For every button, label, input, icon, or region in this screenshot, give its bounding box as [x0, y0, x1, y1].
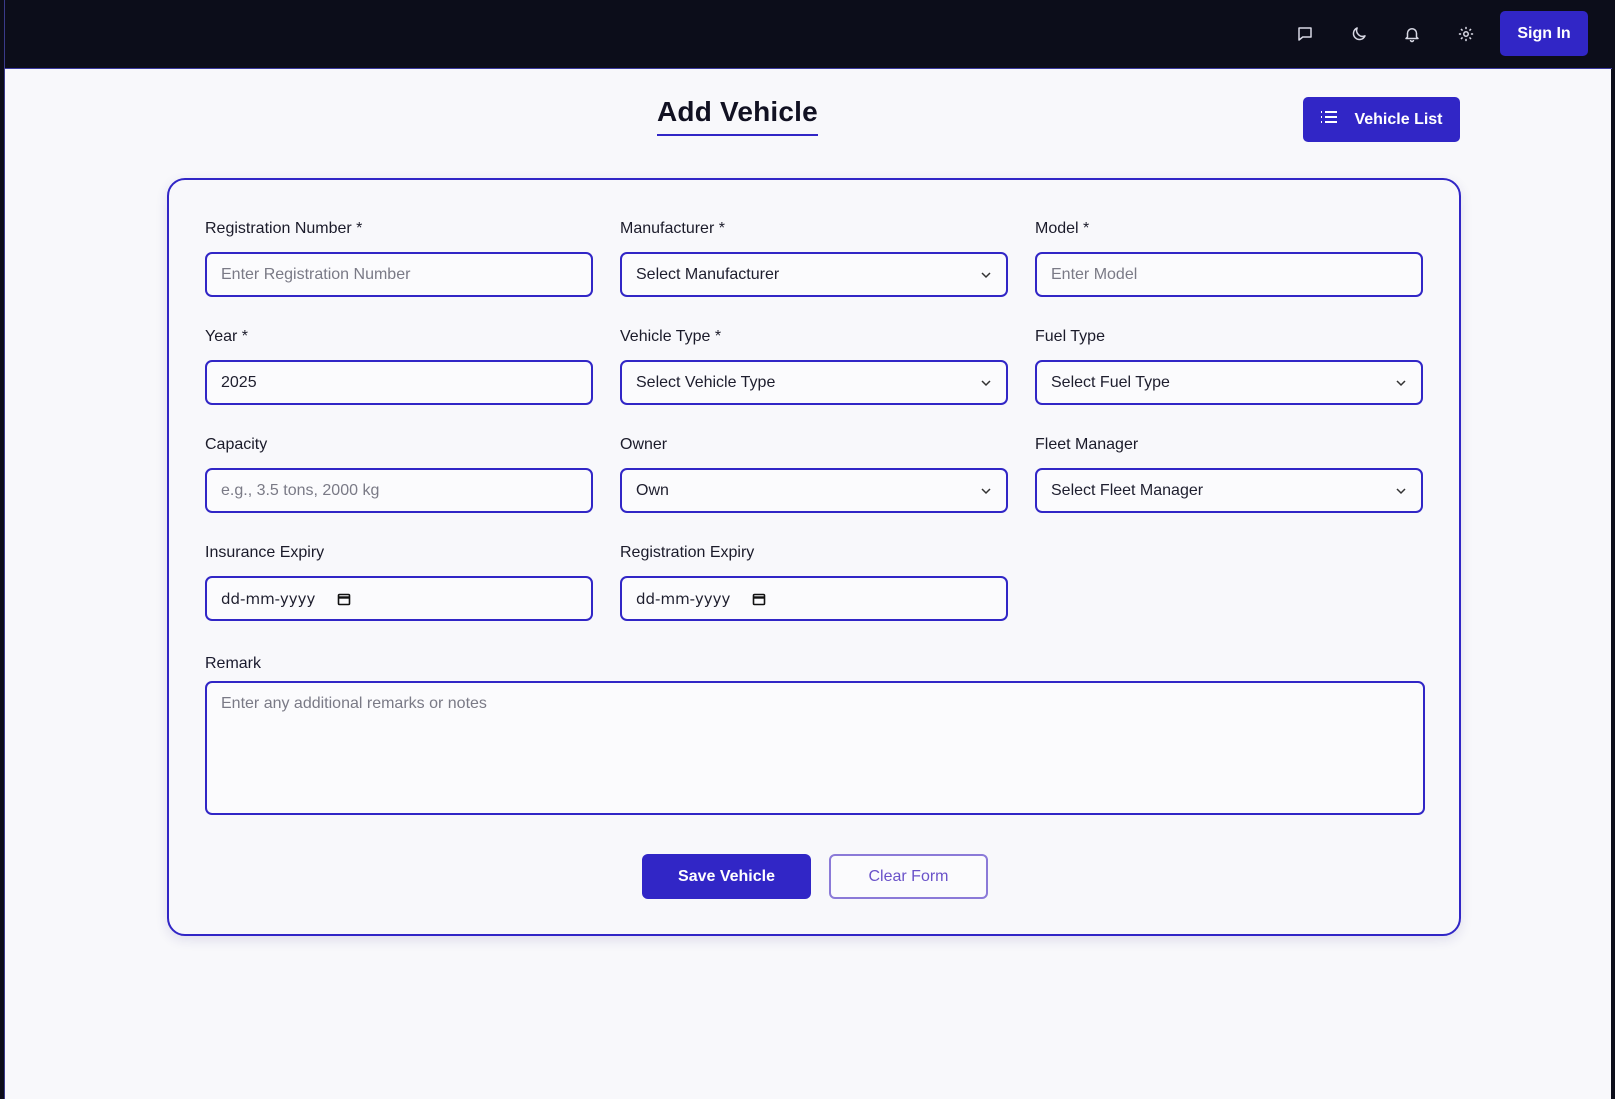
registration-number-input[interactable]: Enter Registration Number	[205, 252, 593, 297]
vehicle-type-field: Vehicle Type * Select Vehicle Type	[620, 328, 1008, 405]
chevron-down-icon	[1396, 487, 1406, 494]
page-title: Add Vehicle	[657, 96, 818, 136]
remark-field: Remark Enter any additional remarks or n…	[205, 655, 1425, 815]
insurance-expiry-date-input[interactable]: dd-mm-yyyy	[205, 576, 593, 621]
registration-number-field: Registration Number * Enter Registration…	[205, 220, 593, 297]
owner-select[interactable]: Own	[620, 468, 1008, 513]
year-label: Year *	[205, 328, 248, 345]
fuel-type-field: Fuel Type Select Fuel Type	[1035, 328, 1423, 405]
fuel-type-select[interactable]: Select Fuel Type	[1035, 360, 1423, 405]
chevron-down-icon	[1396, 379, 1406, 386]
manufacturer-label: Manufacturer *	[620, 220, 725, 237]
manufacturer-select[interactable]: Select Manufacturer	[620, 252, 1008, 297]
remark-label: Remark	[205, 655, 262, 672]
app-frame: Sign In Add Vehicle Vehicle List Registr…	[4, 0, 1612, 1099]
insurance-expiry-label: Insurance Expiry	[205, 544, 325, 561]
model-label: Model *	[1035, 220, 1090, 237]
chat-icon[interactable]	[1291, 20, 1319, 48]
registration-expiry-label: Registration Expiry	[620, 544, 755, 561]
vehicle-type-select[interactable]: Select Vehicle Type	[620, 360, 1008, 405]
add-vehicle-form-card: Registration Number * Enter Registration…	[167, 178, 1461, 936]
chevron-down-icon	[981, 271, 991, 278]
year-field: Year * 2025	[205, 328, 593, 405]
manufacturer-field: Manufacturer * Select Manufacturer	[620, 220, 1008, 297]
remark-textarea[interactable]: Enter any additional remarks or notes	[205, 681, 1425, 815]
gear-icon[interactable]	[1452, 20, 1480, 48]
calendar-icon[interactable]	[752, 592, 766, 606]
chevron-down-icon	[981, 379, 991, 386]
save-vehicle-button[interactable]: Save Vehicle	[642, 854, 811, 899]
clear-form-button[interactable]: Clear Form	[829, 854, 988, 899]
registration-expiry-date-input[interactable]: dd-mm-yyyy	[620, 576, 1008, 621]
vehicle-type-label: Vehicle Type *	[620, 328, 722, 345]
top-navbar: Sign In	[5, 0, 1612, 69]
insurance-expiry-field: Insurance Expiry dd-mm-yyyy	[205, 544, 593, 621]
year-input[interactable]: 2025	[205, 360, 593, 405]
capacity-input[interactable]: e.g., 3.5 tons, 2000 kg	[205, 468, 593, 513]
registration-number-label: Registration Number *	[205, 220, 363, 237]
vehicle-list-button[interactable]: Vehicle List	[1303, 97, 1460, 142]
fleet-manager-label: Fleet Manager	[1035, 436, 1139, 453]
list-icon	[1320, 110, 1338, 129]
fleet-manager-select[interactable]: Select Fleet Manager	[1035, 468, 1423, 513]
fleet-manager-field: Fleet Manager Select Fleet Manager	[1035, 436, 1423, 513]
capacity-label: Capacity	[205, 436, 268, 453]
vehicle-list-label: Vehicle List	[1354, 110, 1443, 128]
model-field: Model * Enter Model	[1035, 220, 1423, 297]
fuel-type-label: Fuel Type	[1035, 328, 1105, 345]
model-input[interactable]: Enter Model	[1035, 252, 1423, 297]
owner-label: Owner	[620, 436, 668, 453]
chevron-down-icon	[981, 487, 991, 494]
registration-expiry-field: Registration Expiry dd-mm-yyyy	[620, 544, 1008, 621]
moon-icon[interactable]	[1345, 20, 1373, 48]
calendar-icon[interactable]	[337, 592, 351, 606]
owner-field: Owner Own	[620, 436, 1008, 513]
capacity-field: Capacity e.g., 3.5 tons, 2000 kg	[205, 436, 593, 513]
sign-in-button[interactable]: Sign In	[1500, 11, 1588, 56]
bell-icon[interactable]	[1398, 20, 1426, 48]
